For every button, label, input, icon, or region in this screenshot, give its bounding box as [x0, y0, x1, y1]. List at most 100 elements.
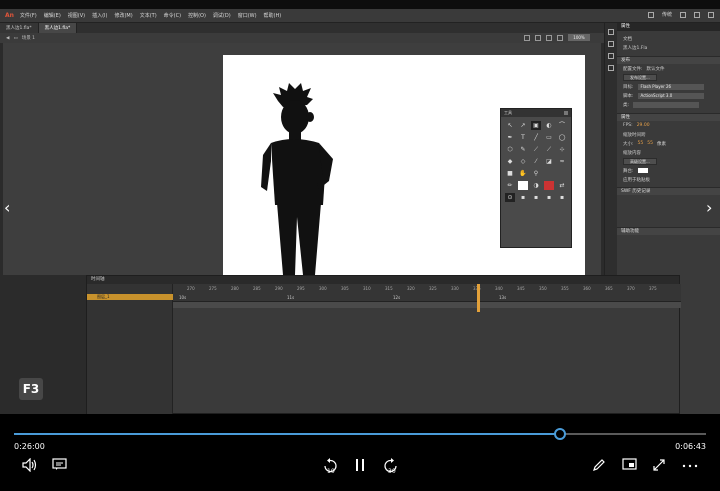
- text-tool-icon[interactable]: T: [518, 133, 528, 142]
- edit-scene-icon[interactable]: [524, 34, 530, 41]
- eyedropper-icon[interactable]: ⁄: [531, 157, 541, 166]
- doc-tab-active[interactable]: 黑人边1.fla*: [38, 23, 78, 33]
- menu-view[interactable]: 视图(V): [68, 12, 85, 19]
- swap-colors-icon[interactable]: ⇄: [557, 181, 567, 190]
- black-white-icon[interactable]: ◑: [531, 181, 541, 190]
- stroke-color-icon[interactable]: ✏: [505, 181, 515, 190]
- doc-tab[interactable]: 黑人边1.fla*: [0, 23, 39, 33]
- brush-tool-icon[interactable]: ⟋: [531, 145, 541, 154]
- library-icon[interactable]: [608, 41, 614, 47]
- info-icon[interactable]: [608, 53, 614, 59]
- apply-pasteboard-checkbox[interactable]: 应用于粘贴板: [623, 177, 650, 183]
- prev-arrow-icon[interactable]: ‹: [4, 200, 10, 216]
- volume-icon[interactable]: [22, 458, 38, 472]
- 3d-rotation-icon[interactable]: ◐: [544, 121, 554, 130]
- target-select[interactable]: Flash Player 26: [637, 83, 704, 90]
- props-section[interactable]: 属性: [617, 113, 720, 121]
- fullscreen-icon[interactable]: [652, 458, 666, 472]
- width-tool-icon[interactable]: ≈: [557, 157, 567, 166]
- layer-row[interactable]: 图层_1: [87, 294, 173, 300]
- properties-icon[interactable]: [608, 29, 614, 35]
- width-value[interactable]: 55: [638, 141, 644, 146]
- close-icon[interactable]: [708, 11, 714, 18]
- tools-panel-title: 工具: [501, 109, 571, 117]
- zoom-select[interactable]: 100%: [568, 34, 590, 41]
- polystar-tool-icon[interactable]: ⬡: [505, 145, 515, 154]
- lasso-icon[interactable]: ⌒: [557, 121, 567, 130]
- free-transform-icon[interactable]: ▣: [531, 121, 541, 130]
- camera-icon[interactable]: ■: [505, 169, 515, 178]
- edit-symbol-icon[interactable]: [535, 34, 541, 41]
- clip-icon[interactable]: [557, 34, 563, 41]
- menu-file[interactable]: 文件(F): [20, 12, 37, 19]
- paint-bucket-icon[interactable]: ◆: [505, 157, 515, 166]
- class-input[interactable]: [633, 101, 700, 108]
- ruler-frame-number: 320: [407, 286, 415, 291]
- bone-tool-icon[interactable]: ⊹: [557, 145, 567, 154]
- option2-icon[interactable]: ▪: [557, 193, 567, 202]
- publish-section[interactable]: 发布: [617, 56, 720, 64]
- menu-modify[interactable]: 修改(M): [114, 12, 132, 19]
- option-icon[interactable]: ▪: [544, 193, 554, 202]
- seek-thumb[interactable]: [553, 428, 566, 440]
- eraser-icon[interactable]: ◪: [544, 157, 554, 166]
- publish-settings-button[interactable]: 发布设置...: [623, 74, 657, 81]
- oval-tool-icon[interactable]: ◯: [557, 133, 567, 142]
- menu-help[interactable]: 帮助(H): [264, 12, 282, 19]
- pen-tool-icon[interactable]: ✒: [505, 133, 515, 142]
- pen-icon[interactable]: [592, 458, 606, 472]
- scale-spans-checkbox[interactable]: 缩放时间跨: [623, 132, 646, 138]
- minimize-icon[interactable]: [680, 11, 686, 18]
- menu-debug[interactable]: 调试(D): [213, 12, 231, 19]
- pencil-tool-icon[interactable]: ✎: [518, 145, 528, 154]
- playhead[interactable]: [477, 284, 480, 312]
- workspace-icon[interactable]: [647, 11, 654, 18]
- selection-tool-icon[interactable]: ↖: [505, 121, 515, 130]
- scale-content-checkbox[interactable]: 缩放内容: [623, 150, 641, 156]
- no-color-swatch[interactable]: [544, 181, 554, 190]
- swf-history-section[interactable]: SWF 历史记录: [617, 187, 720, 195]
- seek-bar[interactable]: [14, 428, 706, 440]
- mini-view-icon[interactable]: [622, 458, 637, 471]
- fps-value[interactable]: 29.00: [637, 123, 650, 128]
- zoom-tool-icon[interactable]: ⚲: [531, 169, 541, 178]
- pause-icon[interactable]: [354, 458, 366, 472]
- smooth-icon[interactable]: ▪: [518, 193, 528, 202]
- script-select[interactable]: ActionScript 3.0: [637, 92, 704, 99]
- more-options-icon[interactable]: [682, 458, 698, 472]
- center-stage-icon[interactable]: [546, 34, 552, 41]
- timeline-title: 时间轴: [87, 276, 679, 284]
- subselection-tool-icon[interactable]: ↗: [518, 121, 528, 130]
- accessibility-section[interactable]: 辅助功能: [617, 227, 720, 235]
- captions-icon[interactable]: [52, 458, 67, 471]
- menu-control[interactable]: 控制(O): [188, 12, 206, 19]
- stage-color-swatch[interactable]: [637, 168, 648, 173]
- ink-bottle-icon[interactable]: ◇: [518, 157, 528, 166]
- next-arrow-icon[interactable]: ›: [706, 200, 712, 216]
- properties-tab[interactable]: 属性: [617, 23, 720, 31]
- advanced-settings-button[interactable]: 高级设置...: [623, 158, 657, 165]
- transform-icon[interactable]: [608, 65, 614, 71]
- back-arrow-icon[interactable]: ◀: [6, 36, 9, 41]
- workspace-switcher[interactable]: 传统: [662, 11, 672, 18]
- line-tool-icon[interactable]: ╱: [531, 133, 541, 142]
- hand-tool-icon[interactable]: ✋: [518, 169, 528, 178]
- skip-forward-icon[interactable]: 30: [383, 458, 399, 475]
- ruler-frame-number: 280: [231, 286, 239, 291]
- fill-color-swatch[interactable]: [518, 181, 528, 190]
- menu-text[interactable]: 文本(T): [140, 12, 157, 19]
- maximize-icon[interactable]: [694, 11, 700, 18]
- paintbrush-tool-icon[interactable]: ⟋: [544, 145, 554, 154]
- height-value[interactable]: 55: [647, 141, 653, 146]
- skip-back-icon[interactable]: 10: [322, 458, 338, 475]
- frame-row[interactable]: [173, 302, 681, 308]
- ruler-frame-number: 295: [297, 286, 305, 291]
- menu-insert[interactable]: 插入(I): [92, 12, 107, 19]
- menu-commands[interactable]: 命令(C): [164, 12, 181, 19]
- timeline-ruler[interactable]: 270 275 280 285 290 295 300 305 310 315 320 325 330 3…: [87, 284, 681, 302]
- menu-edit[interactable]: 编辑(E): [44, 12, 61, 19]
- menu-window[interactable]: 窗口(W): [238, 12, 257, 19]
- rectangle-tool-icon[interactable]: ▭: [544, 133, 554, 142]
- snap-icon[interactable]: ⊙: [505, 193, 515, 202]
- straighten-icon[interactable]: ▪: [531, 193, 541, 202]
